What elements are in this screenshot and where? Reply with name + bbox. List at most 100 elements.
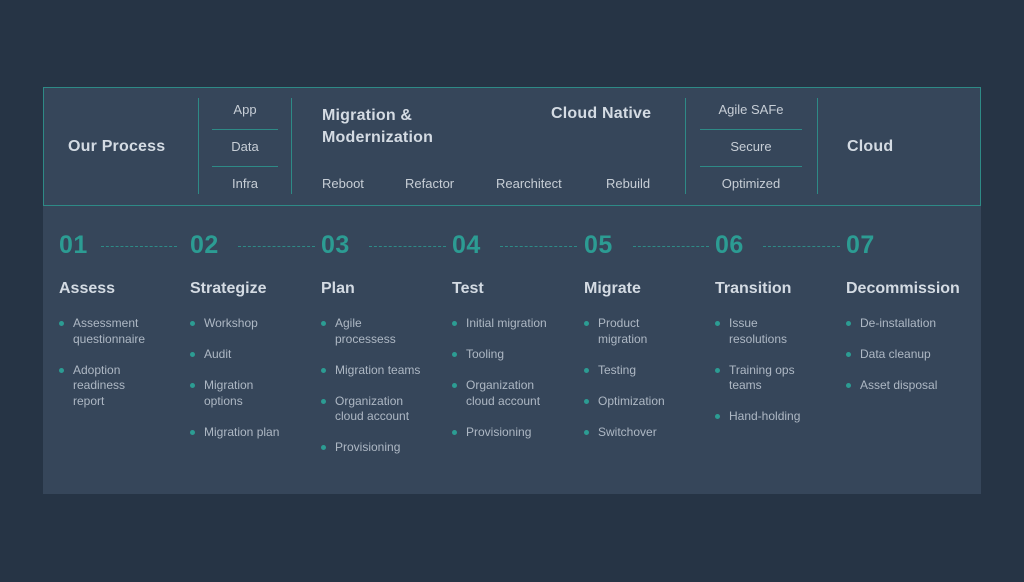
item-text: Testing (598, 362, 637, 377)
step-items-migrate: Product migration Testing Optimization S… (584, 316, 684, 456)
list-item: Migration options (190, 378, 280, 409)
list-item: Organization cloud account (321, 394, 421, 425)
step-title-test: Test (452, 280, 484, 297)
item-text: Migration plan (204, 424, 280, 439)
bullet-dot (59, 321, 64, 326)
list-item: Asset disposal (846, 378, 971, 394)
list-item: Adoption readiness report (59, 363, 159, 410)
list-item: Issue resolutions (715, 316, 815, 347)
bullet-dot (190, 321, 195, 326)
step-title-strategize: Strategize (190, 280, 267, 297)
item-text: Agile processess (335, 316, 396, 346)
divider (291, 98, 292, 194)
divider (700, 166, 802, 167)
divider (817, 98, 818, 194)
divider (685, 98, 686, 194)
step-connector (369, 246, 446, 247)
step-title-decommission: Decommission (846, 280, 960, 297)
list-item: Workshop (190, 316, 280, 332)
bullet-dot (190, 352, 195, 357)
step-title-plan: Plan (321, 280, 355, 297)
item-text: Issue resolutions (729, 316, 788, 346)
divider (212, 166, 278, 167)
approach-reboot: Reboot (322, 176, 364, 191)
step-connector (500, 246, 577, 247)
step-items-strategize: Workshop Audit Migration options Migrati… (190, 316, 280, 456)
bullet-dot (321, 398, 326, 404)
layer-infra: Infra (231, 176, 258, 191)
bullet-dot (584, 398, 589, 404)
bullet-dot (846, 352, 851, 357)
step-title-migrate: Migrate (584, 280, 641, 297)
list-item: Provisioning (452, 425, 554, 441)
bullet-dot (452, 352, 457, 357)
item-text: Provisioning (335, 440, 401, 454)
item-text: Asset disposal (860, 378, 938, 392)
our-process-label: Our Process (68, 138, 166, 155)
bullet-dot (584, 367, 589, 373)
quality-agile-safe: Agile SAFe (718, 102, 784, 117)
migration-title: Migration & Modernization (322, 105, 433, 149)
step-items-transition: Issue resolutions Training ops teams Han… (715, 316, 815, 440)
item-text: Migration options (204, 378, 254, 408)
bullet-dot (846, 383, 851, 388)
step-number-02: 02 (190, 231, 219, 259)
item-text: Initial migration (466, 316, 547, 330)
item-text: Workshop (204, 316, 258, 330)
bullet-dot (321, 445, 326, 450)
approach-refactor: Refactor (405, 176, 455, 191)
item-text: Adoption readiness report (73, 362, 126, 408)
bullet-dot (584, 429, 589, 435)
item-text: Product migration (598, 316, 648, 346)
step-number-06: 06 (715, 231, 744, 259)
list-item: Hand-holding (715, 409, 815, 425)
process-header: Our Process App Data Infra Migration & M… (43, 87, 981, 206)
step-number-03: 03 (321, 231, 350, 259)
item-text: Provisioning (466, 424, 532, 439)
migration-title-line1: Migration & (322, 107, 413, 124)
item-text: Organization cloud account (335, 393, 410, 424)
item-text: Switchover (598, 424, 657, 439)
quality-optimized: Optimized (721, 176, 781, 191)
cloud-native-title: Cloud Native (551, 105, 652, 122)
list-item: Switchover (584, 425, 684, 441)
bullet-dot (846, 321, 851, 326)
list-item: Organization cloud account (452, 378, 554, 409)
list-item: Optimization (584, 394, 684, 410)
bullet-dot (190, 383, 195, 388)
item-text: Tooling (466, 347, 505, 361)
bullet-dot (59, 367, 64, 373)
approach-rebuild: Rebuild (606, 176, 651, 191)
item-text: De-installation (860, 316, 937, 330)
step-connector (238, 246, 315, 247)
list-item: Training ops teams (715, 363, 815, 394)
list-item: Provisioning (321, 440, 421, 456)
step-number-05: 05 (584, 231, 613, 259)
list-item: Data cleanup (846, 347, 971, 363)
list-item: Product migration (584, 316, 684, 347)
step-connector (101, 246, 177, 247)
list-item: De-installation (846, 316, 971, 332)
step-number-07: 07 (846, 231, 875, 259)
step-number-04: 04 (452, 231, 481, 259)
step-title-transition: Transition (715, 280, 792, 297)
layer-app: App (233, 102, 257, 117)
bullet-dot (452, 429, 457, 435)
item-text: Optimization (598, 393, 665, 408)
step-items-assess: Assessment questionnaire Adoption readin… (59, 316, 159, 425)
step-items-test: Initial migration Tooling Organization c… (452, 316, 554, 456)
bullet-dot (452, 321, 457, 326)
list-item: Agile processess (321, 316, 421, 347)
bullet-dot (190, 429, 195, 435)
process-panel: Our Process App Data Infra Migration & M… (43, 87, 981, 494)
step-items-plan: Agile processess Migration teams Organiz… (321, 316, 421, 471)
item-text: Data cleanup (860, 347, 931, 361)
bullet-dot (321, 367, 326, 373)
cloud-label: Cloud (847, 138, 894, 155)
migration-title-line2: Modernization (322, 129, 434, 146)
bullet-dot (321, 321, 326, 326)
bullet-dot (715, 367, 720, 373)
step-connector (633, 246, 709, 247)
list-item: Assessment questionnaire (59, 316, 159, 347)
bullet-dot (715, 414, 720, 419)
